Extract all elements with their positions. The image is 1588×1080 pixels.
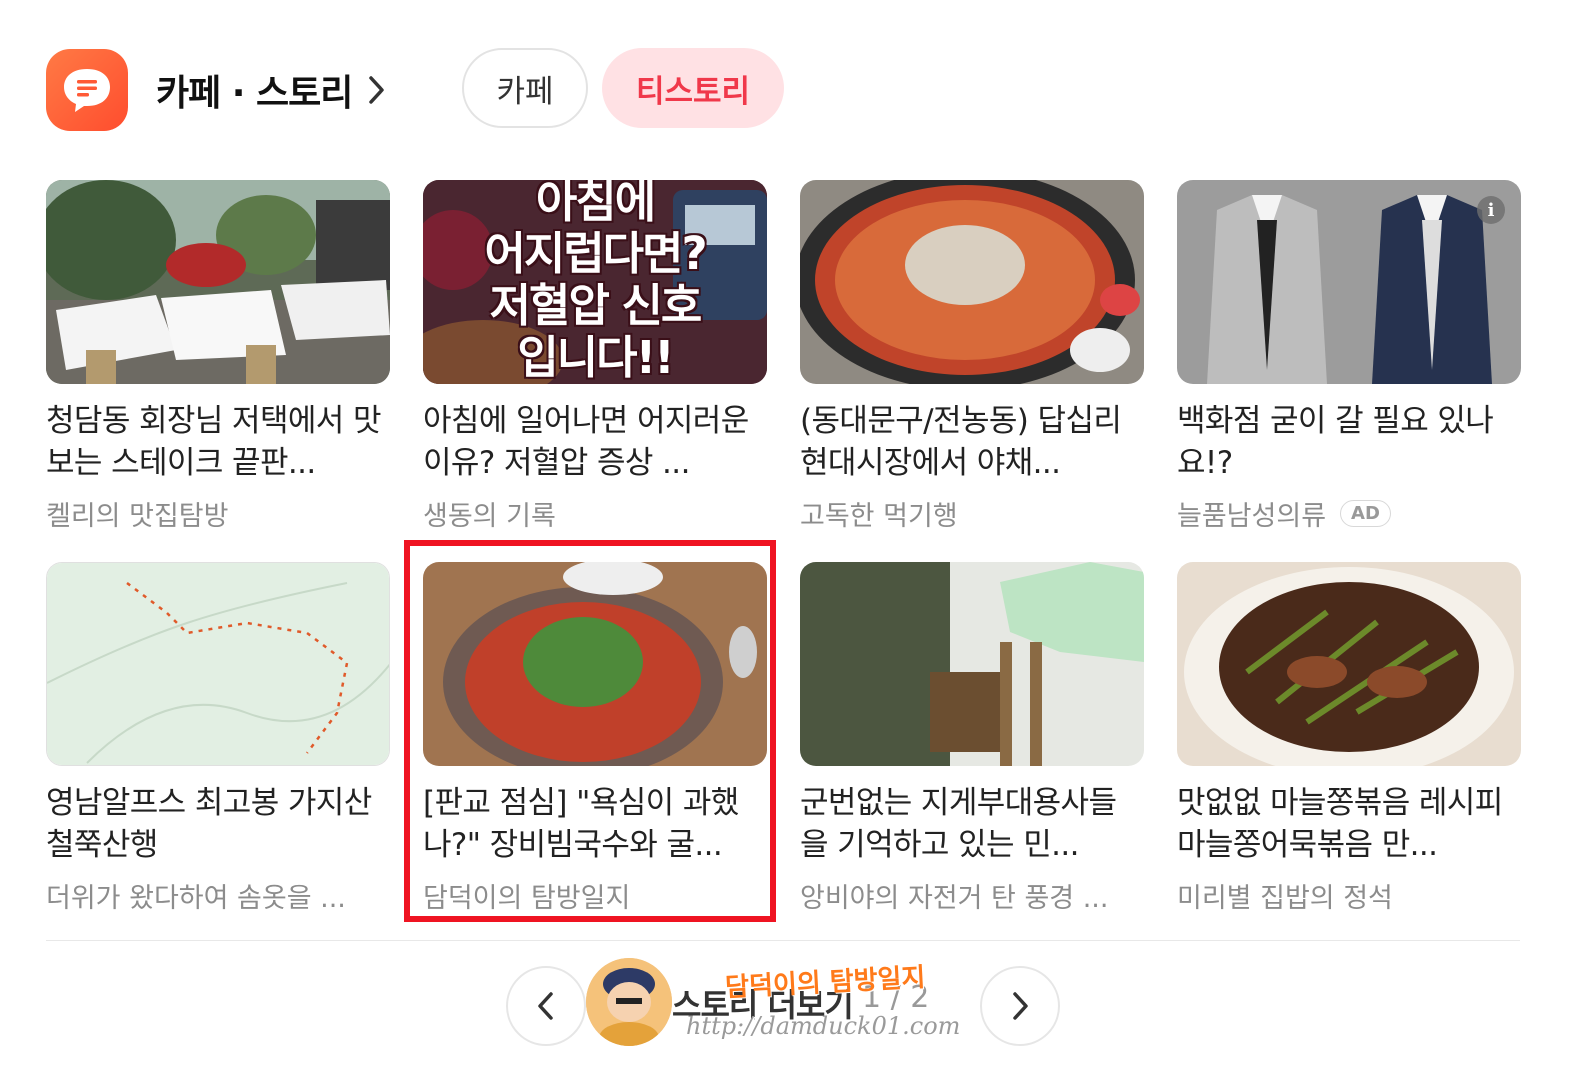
avatar: [586, 958, 672, 1046]
card-title[interactable]: 영남알프스 최고봉 가지산 철쭉산행: [46, 782, 390, 866]
chevron-left-icon: [538, 992, 553, 1020]
thumbnail-image[interactable]: 아침에 어지럽다면? 저혈압 신호 입니다!!: [423, 180, 767, 384]
thumbnail-image[interactable]: [800, 180, 1144, 384]
thumbnail-image[interactable]: [1177, 562, 1521, 766]
story-card[interactable]: 아침에 어지럽다면? 저혈압 신호 입니다!! 아침에 일어나면 어지러운 이유…: [423, 180, 767, 533]
info-icon[interactable]: i: [1477, 196, 1505, 224]
thumbnail-image[interactable]: [46, 180, 390, 384]
card-title[interactable]: (동대문구/전농동) 답십리 현대시장에서 야채...: [800, 400, 1144, 484]
story-card[interactable]: 청담동 회장님 저택에서 맛 보는 스테이크 끝판... 켈리의 맛집탐방: [46, 180, 390, 533]
story-card[interactable]: 영남알프스 최고봉 가지산 철쭉산행 더위가 왔다하여 솜옷을 ...: [46, 562, 390, 915]
chevron-right-icon: [1013, 992, 1028, 1020]
next-button[interactable]: [980, 966, 1060, 1046]
highlight-box: [404, 540, 776, 922]
pager: 스토리 더보기 1 / 2 담덕이의 탐방일지 http://damduck01…: [0, 958, 1588, 1046]
card-source: 늘품남성의류 AD: [1177, 494, 1521, 533]
section-header: 카페 · 스토리: [46, 48, 388, 132]
thumbnail-image[interactable]: i: [1177, 180, 1521, 384]
ad-badge: AD: [1340, 500, 1391, 527]
card-source: 생동의 기록: [423, 494, 767, 533]
tab-group: 카페 티스토리: [462, 48, 784, 128]
card-title[interactable]: 군번없는 지게부대용사들을 기억하고 있는 민...: [800, 782, 1144, 866]
source-name: 늘품남성의류: [1177, 501, 1327, 532]
chevron-right-icon[interactable]: [366, 73, 388, 107]
prev-button[interactable]: [506, 966, 586, 1046]
card-source: 미리별 집밥의 정석: [1177, 876, 1521, 915]
card-title[interactable]: 백화점 굳이 갈 필요 있나요!?: [1177, 400, 1521, 484]
thumbnail-text: 입니다!!: [517, 331, 674, 384]
thumbnail-text: 아침에: [535, 180, 656, 228]
thumbnail-text: 어지럽다면?: [484, 227, 707, 280]
tab-tistory[interactable]: 티스토리: [602, 48, 784, 128]
card-title[interactable]: 아침에 일어나면 어지러운 이유? 저혈압 증상 ...: [423, 400, 767, 484]
story-card[interactable]: i 백화점 굳이 갈 필요 있나요!? 늘품남성의류 AD: [1177, 180, 1521, 533]
story-card[interactable]: 군번없는 지게부대용사들을 기억하고 있는 민... 앙비야의 자전거 탄 풍경…: [800, 562, 1144, 915]
source-name: 고독한 먹기행: [800, 501, 958, 532]
divider: [46, 940, 1520, 941]
story-card[interactable]: 맛없없 마늘쫑볶음 레시피 마늘쫑어묵볶음 만... 미리별 집밥의 정석: [1177, 562, 1521, 915]
thumbnail-image[interactable]: [800, 562, 1144, 766]
card-source: 앙비야의 자전거 탄 풍경 ...: [800, 876, 1144, 915]
card-source: 켈리의 맛집탐방: [46, 494, 390, 533]
tab-cafe[interactable]: 카페: [462, 48, 588, 128]
source-name: 더위가 왔다하여 솜옷을 ...: [46, 883, 346, 914]
source-name: 생동의 기록: [423, 501, 556, 532]
card-source: 고독한 먹기행: [800, 494, 1144, 533]
card-source: 더위가 왔다하여 솜옷을 ...: [46, 876, 390, 915]
watermark-url: http://damduck01.com: [686, 1012, 961, 1040]
source-name: 켈리의 맛집탐방: [46, 501, 229, 532]
card-title[interactable]: 맛없없 마늘쫑볶음 레시피 마늘쫑어묵볶음 만...: [1177, 782, 1521, 866]
source-name: 미리별 집밥의 정석: [1177, 883, 1393, 914]
chat-bubble-icon: [46, 49, 128, 131]
card-title[interactable]: 청담동 회장님 저택에서 맛 보는 스테이크 끝판...: [46, 400, 390, 484]
story-card[interactable]: (동대문구/전농동) 답십리 현대시장에서 야채... 고독한 먹기행: [800, 180, 1144, 533]
thumbnail-image[interactable]: [46, 562, 390, 766]
section-title[interactable]: 카페 · 스토리: [156, 64, 353, 116]
thumbnail-text: 저혈압 신호: [489, 279, 703, 332]
source-name: 앙비야의 자전거 탄 풍경 ...: [800, 883, 1109, 914]
